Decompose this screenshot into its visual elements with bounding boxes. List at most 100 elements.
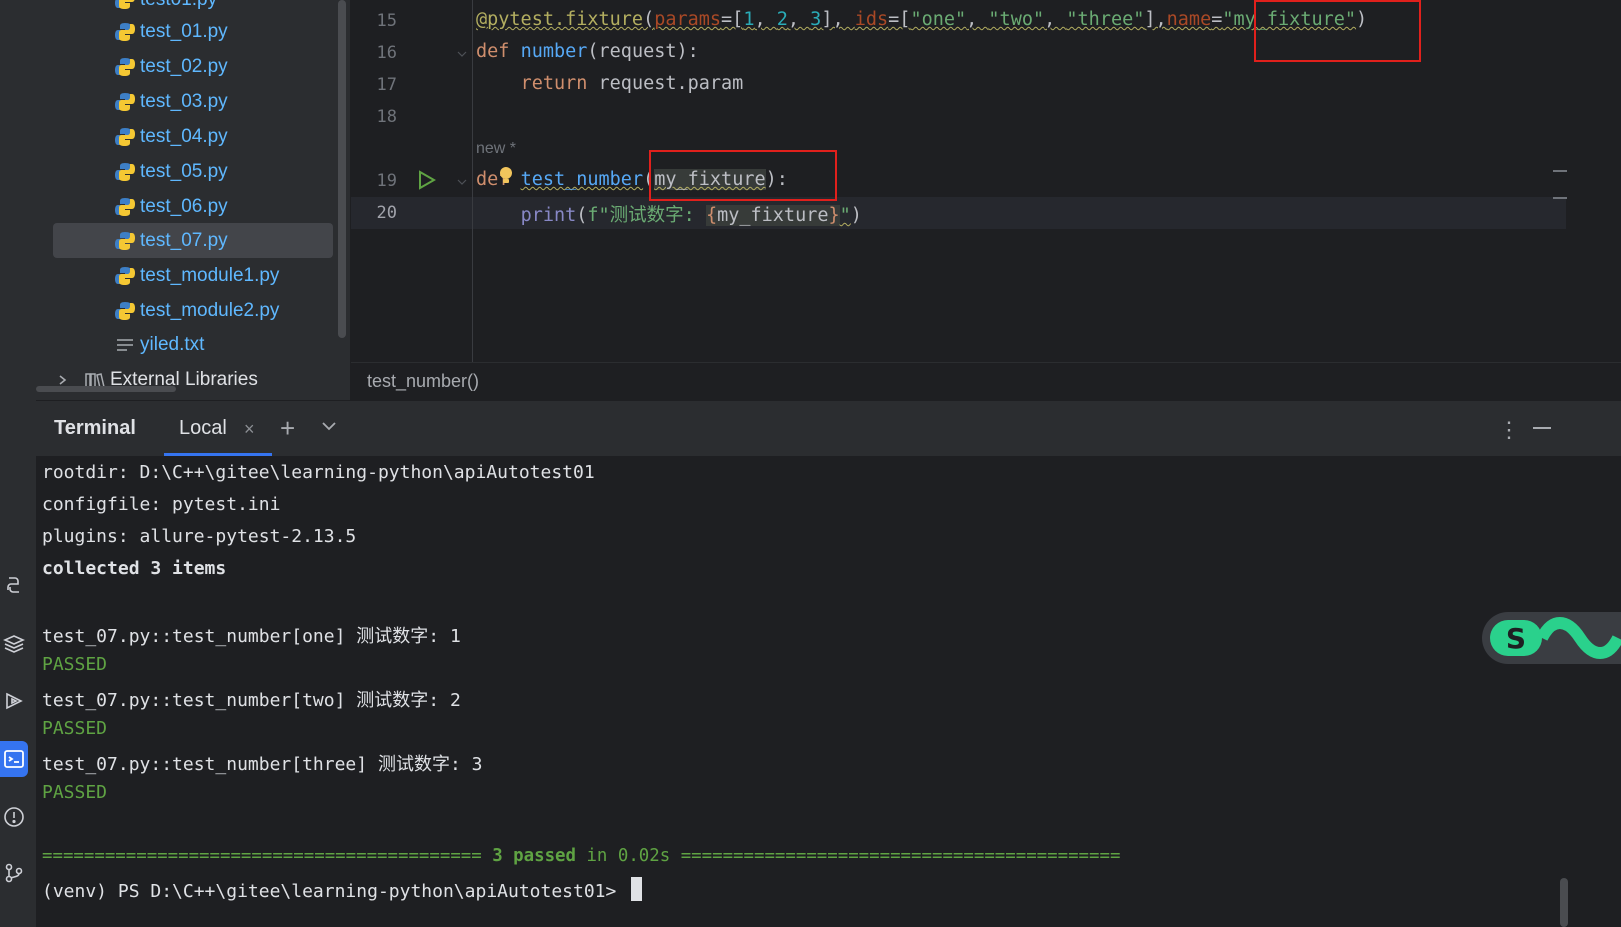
tree-item-file[interactable]: test_04.py bbox=[114, 120, 228, 154]
code-token: } bbox=[828, 205, 840, 226]
tree-item-file[interactable]: yiled.txt bbox=[114, 328, 204, 362]
code-token: 3 bbox=[810, 9, 822, 30]
code-token: ( bbox=[643, 9, 655, 30]
python-console-icon[interactable] bbox=[0, 567, 28, 603]
line-number: 15 bbox=[376, 11, 397, 31]
floating-assistant-widget[interactable]: S bbox=[1482, 612, 1621, 664]
tree-item-file[interactable]: test_05.py bbox=[114, 155, 228, 189]
code-token: "three" bbox=[1066, 9, 1145, 30]
terminal-prompt: (venv) PS D:\C++\gitee\learning-python\a… bbox=[42, 881, 628, 902]
services-icon[interactable] bbox=[0, 683, 28, 719]
tree-item-label: test_02.py bbox=[140, 56, 228, 77]
tab-label: Local bbox=[179, 417, 227, 439]
project-tree: test01.py test_01.py test_02.py test_03.… bbox=[36, 0, 350, 400]
summary-rule: ========================================… bbox=[680, 846, 1121, 866]
tree-item-file[interactable]: test_01.py bbox=[114, 15, 228, 49]
git-icon[interactable] bbox=[0, 855, 28, 891]
terminal-scrollbar[interactable] bbox=[1560, 878, 1568, 927]
python-file-icon bbox=[114, 21, 136, 43]
test-summary-line: ========================================… bbox=[42, 846, 1120, 866]
terminal-line: test_07.py::test_number[one] 测试数字: 1 bbox=[42, 626, 461, 647]
code-token: ) bbox=[850, 205, 862, 226]
code-token: def bbox=[476, 41, 510, 62]
tree-item-file[interactable]: test_06.py bbox=[114, 190, 228, 224]
summary-rule: ========================================… bbox=[42, 846, 493, 866]
code-line-17: return request.param bbox=[476, 73, 744, 94]
terminal-line: test_07.py::test_number[two] 测试数字: 2 bbox=[42, 690, 461, 711]
line-number-current: 20 bbox=[376, 203, 397, 223]
run-test-icon[interactable] bbox=[415, 169, 437, 191]
code-token: { bbox=[705, 205, 718, 226]
terminal-header: Terminal Local × + ⋮ bbox=[36, 400, 1621, 457]
python-file-icon bbox=[114, 91, 136, 113]
add-tab-button[interactable]: + bbox=[280, 415, 295, 441]
python-file-icon bbox=[114, 161, 136, 183]
fold-icon[interactable] bbox=[457, 49, 467, 59]
code-token: , bbox=[1044, 9, 1067, 30]
python-file-icon bbox=[114, 0, 136, 11]
problems-icon[interactable] bbox=[0, 799, 28, 835]
chevron-down-icon[interactable] bbox=[320, 417, 338, 435]
terminal-line: test_07.py::test_number[three] 测试数字: 3 bbox=[42, 754, 483, 775]
tree-item-label: test_07.py bbox=[140, 229, 228, 251]
code-token: request.param bbox=[598, 73, 744, 94]
python-file-icon bbox=[114, 230, 136, 252]
code-token: =[ bbox=[721, 9, 744, 30]
code-token: test_number bbox=[520, 169, 644, 190]
tool-window-strip bbox=[0, 0, 37, 927]
more-options-icon[interactable]: ⋮ bbox=[1498, 417, 1520, 443]
line-number: 19 bbox=[376, 171, 397, 191]
python-file-icon bbox=[114, 126, 136, 148]
line-number: 18 bbox=[376, 107, 397, 127]
tree-item-label: test_06.py bbox=[140, 196, 228, 217]
assistant-logo-icon: S bbox=[1490, 617, 1621, 659]
tree-item-file[interactable]: test_module2.py bbox=[114, 294, 279, 328]
fold-icon[interactable] bbox=[457, 177, 467, 187]
tree-horizontal-scrollbar[interactable] bbox=[36, 386, 176, 392]
tree-scrollbar[interactable] bbox=[338, 0, 346, 338]
breadcrumb[interactable]: test_number() bbox=[367, 371, 479, 392]
code-token: params bbox=[654, 9, 722, 30]
passed-count: 3 passed bbox=[492, 846, 576, 866]
code-line-20: print(f"测试数字: {my_fixture}") bbox=[476, 201, 862, 227]
tree-item-file[interactable]: test_module1.py bbox=[114, 259, 279, 293]
tree-item-label: yiled.txt bbox=[140, 334, 205, 355]
svg-text:S: S bbox=[1506, 622, 1526, 655]
annotation-box bbox=[1254, 0, 1421, 62]
terminal-line: configfile: pytest.ini bbox=[42, 494, 281, 515]
tree-item-file-selected[interactable]: test_07.py bbox=[53, 223, 333, 258]
code-line-16: def number(request): bbox=[476, 41, 699, 62]
text-file-icon bbox=[114, 334, 136, 356]
minimize-icon[interactable] bbox=[1533, 427, 1551, 429]
terminal-line-passed: PASSED bbox=[42, 782, 108, 803]
line-number: 17 bbox=[376, 75, 397, 95]
tree-item-file[interactable]: test_02.py bbox=[114, 50, 228, 84]
python-file-icon bbox=[114, 196, 136, 218]
line-number: 16 bbox=[376, 43, 397, 63]
tree-item-label: test_03.py bbox=[140, 91, 228, 112]
code-token: , bbox=[966, 9, 989, 30]
tree-item-label: test_04.py bbox=[140, 126, 228, 147]
terminal-prompt-line[interactable]: (venv) PS D:\C++\gitee\learning-python\a… bbox=[42, 877, 643, 902]
python-file-icon bbox=[114, 56, 136, 78]
code-line-15: @pytest.fixture(params=[1, 2, 3], ids=["… bbox=[476, 9, 1367, 30]
tab-local[interactable]: Local × bbox=[164, 401, 272, 457]
code-token: number bbox=[520, 41, 588, 62]
close-icon[interactable]: × bbox=[244, 419, 255, 440]
summary-duration: in 0.02s bbox=[575, 846, 681, 866]
code-token: (request): bbox=[587, 41, 699, 62]
code-token: print bbox=[520, 205, 577, 226]
python-file-icon bbox=[114, 300, 136, 322]
lightbulb-icon[interactable] bbox=[498, 166, 514, 186]
tree-item-label: test_05.py bbox=[140, 161, 228, 182]
gutter-divider bbox=[472, 0, 473, 362]
code-token: "one" bbox=[910, 9, 967, 30]
code-token: "two" bbox=[988, 9, 1045, 30]
layers-icon[interactable] bbox=[0, 625, 28, 661]
tree-item-file[interactable]: test_03.py bbox=[114, 85, 228, 119]
code-token: my_fixture bbox=[717, 205, 829, 226]
tree-item-label: test_01.py bbox=[140, 21, 228, 42]
terminal-icon[interactable] bbox=[0, 741, 28, 777]
code-token: " bbox=[839, 205, 851, 226]
breadcrumb-bar: test_number() bbox=[351, 362, 1621, 401]
